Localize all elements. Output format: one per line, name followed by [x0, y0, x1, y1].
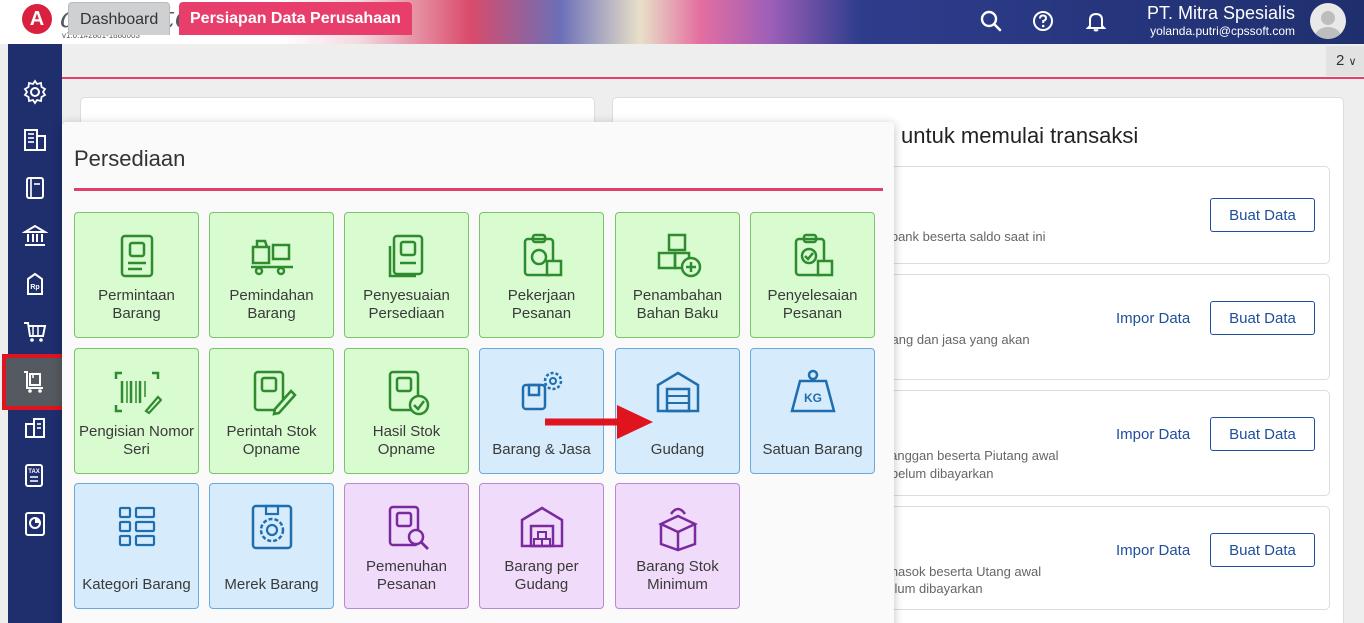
- tile-label: Hasil Stok Opname: [372, 423, 441, 458]
- svg-text:Rp: Rp: [30, 284, 39, 291]
- svg-text:TAX: TAX: [28, 469, 40, 475]
- impor-data-link[interactable]: Impor Data: [1116, 542, 1190, 559]
- warehouse-icon: [656, 371, 700, 413]
- tax-icon[interactable]: TAX: [8, 453, 62, 499]
- popup-title: Persediaan: [74, 146, 186, 171]
- tile-label: Perintah Stok Opname: [226, 423, 317, 458]
- tile-penyesuaian-persediaan[interactable]: Penyesuaian Persediaan: [344, 212, 469, 338]
- arrow-pointer-icon: [545, 405, 653, 439]
- accurate-logo-mark[interactable]: A: [22, 4, 52, 34]
- search-icon[interactable]: [980, 10, 1002, 32]
- forklift-icon: [251, 239, 293, 276]
- tile-satuan-barang[interactable]: KG Satuan Barang: [750, 348, 875, 474]
- right-panel-heading: untuk memulai transaksi: [901, 123, 1139, 148]
- clipboard-gear-icon: [523, 233, 563, 277]
- adjust-document-icon: [388, 234, 424, 278]
- tab-persiapan-data-perusahaan[interactable]: Persiapan Data Perusahaan: [179, 2, 412, 35]
- row-description: emasok beserta Utang awal: [880, 564, 1042, 579]
- tile-permintaan-barang[interactable]: Permintaan Barang: [74, 212, 199, 338]
- report-icon[interactable]: [8, 501, 62, 547]
- buat-data-button[interactable]: Buat Data: [1210, 198, 1315, 232]
- avatar[interactable]: [1310, 3, 1346, 39]
- brand-badge-icon: [251, 504, 293, 550]
- ledger-icon[interactable]: [8, 165, 62, 211]
- tile-hasil-stok-opname[interactable]: Hasil Stok Opname: [344, 348, 469, 474]
- request-document-icon: [120, 234, 154, 278]
- impor-data-link[interactable]: Impor Data: [1116, 426, 1190, 443]
- tile-label: Kategori Barang: [82, 576, 191, 593]
- tile-label: Penyesuaian Persediaan: [363, 287, 450, 322]
- boxes-add-icon: [657, 233, 702, 278]
- row-description: elanggan beserta Piutang awal: [880, 448, 1059, 463]
- tab-bar: [62, 44, 1364, 80]
- tile-label: Permintaan Barang: [98, 287, 175, 322]
- inventory-icon[interactable]: [2, 354, 66, 410]
- document-search-icon: [388, 505, 429, 550]
- tile-label: Barang Stok Minimum: [636, 558, 719, 593]
- tile-pengisian-nomor-seri[interactable]: Pengisian Nomor Seri: [74, 348, 199, 474]
- tile-label: Pemenuhan Pesanan: [366, 558, 447, 593]
- tile-label: Merek Barang: [224, 576, 319, 593]
- tile-barang-stok-minimum[interactable]: Barang Stok Minimum: [615, 483, 740, 609]
- tile-label: Barang & Jasa: [492, 441, 591, 458]
- tile-pekerjaan-pesanan[interactable]: Pekerjaan Pesanan: [479, 212, 604, 338]
- weight-kg-icon: KG: [790, 369, 836, 413]
- company-name[interactable]: PT. Mitra Spesialis: [1147, 3, 1295, 24]
- tile-merek-barang[interactable]: Merek Barang: [209, 483, 334, 609]
- buat-data-button[interactable]: Buat Data: [1210, 533, 1315, 567]
- tab-count-dropdown[interactable]: 2 ∨: [1326, 46, 1364, 76]
- fixed-asset-icon[interactable]: [8, 405, 62, 451]
- user-email[interactable]: yolanda.putri@cpssoft.com: [1150, 24, 1295, 38]
- tile-pemenuhan-pesanan[interactable]: Pemenuhan Pesanan: [344, 483, 469, 609]
- row-description-2: g belum dibayarkan: [880, 466, 994, 481]
- barcode-icon: [114, 371, 162, 415]
- tag-rp-icon[interactable]: Rp: [8, 261, 62, 307]
- svg-text:KG: KG: [804, 391, 822, 405]
- tile-kategori-barang[interactable]: Kategori Barang: [74, 483, 199, 609]
- company-icon[interactable]: [8, 117, 62, 163]
- document-pencil-icon: [253, 370, 297, 416]
- document-check-icon: [388, 370, 430, 416]
- sidebar: Rp TAX: [2, 44, 66, 623]
- tile-penambahan-bahan-baku[interactable]: Penambahan Bahan Baku: [615, 212, 740, 338]
- tile-label: Penambahan Bahan Baku: [632, 287, 723, 322]
- tab-dashboard[interactable]: Dashboard: [68, 2, 171, 35]
- settings-icon[interactable]: [8, 69, 62, 115]
- category-grid-icon: [118, 506, 156, 547]
- tile-perintah-stok-opname[interactable]: Perintah Stok Opname: [209, 348, 334, 474]
- row-description: g bank beserta saldo saat ini: [880, 229, 1046, 244]
- buat-data-button[interactable]: Buat Data: [1210, 417, 1315, 451]
- tile-label: Satuan Barang: [762, 441, 863, 458]
- tab-underline: [62, 77, 1364, 79]
- tile-label: Pekerjaan Pesanan: [507, 287, 576, 322]
- row-description: arang dan jasa yang akan: [880, 332, 1030, 347]
- buat-data-button[interactable]: Buat Data: [1210, 301, 1315, 335]
- cart-icon[interactable]: [8, 309, 62, 355]
- bank-icon[interactable]: [8, 213, 62, 259]
- impor-data-link[interactable]: Impor Data: [1116, 310, 1190, 327]
- tile-label: Penyelesaian Pesanan: [767, 287, 858, 322]
- tile-pemindahan-barang[interactable]: Pemindahan Barang: [209, 212, 334, 338]
- clipboard-check-icon: [794, 233, 834, 277]
- tile-label: Barang per Gudang: [504, 558, 579, 593]
- bell-icon[interactable]: [1085, 10, 1107, 32]
- warehouse-boxes-icon: [520, 506, 564, 548]
- open-box-icon: [658, 507, 698, 552]
- row-description-2: belum dibayarkan: [880, 581, 983, 596]
- tile-barang-per-gudang[interactable]: Barang per Gudang: [479, 483, 604, 609]
- tile-label: Gudang: [650, 441, 705, 458]
- tile-penyelesaian-pesanan[interactable]: Penyelesaian Pesanan: [750, 212, 875, 338]
- help-icon[interactable]: [1032, 10, 1054, 32]
- tile-label: Pengisian Nomor Seri: [78, 423, 195, 458]
- tile-label: Pemindahan Barang: [229, 287, 314, 322]
- popup-title-underline: [74, 188, 883, 191]
